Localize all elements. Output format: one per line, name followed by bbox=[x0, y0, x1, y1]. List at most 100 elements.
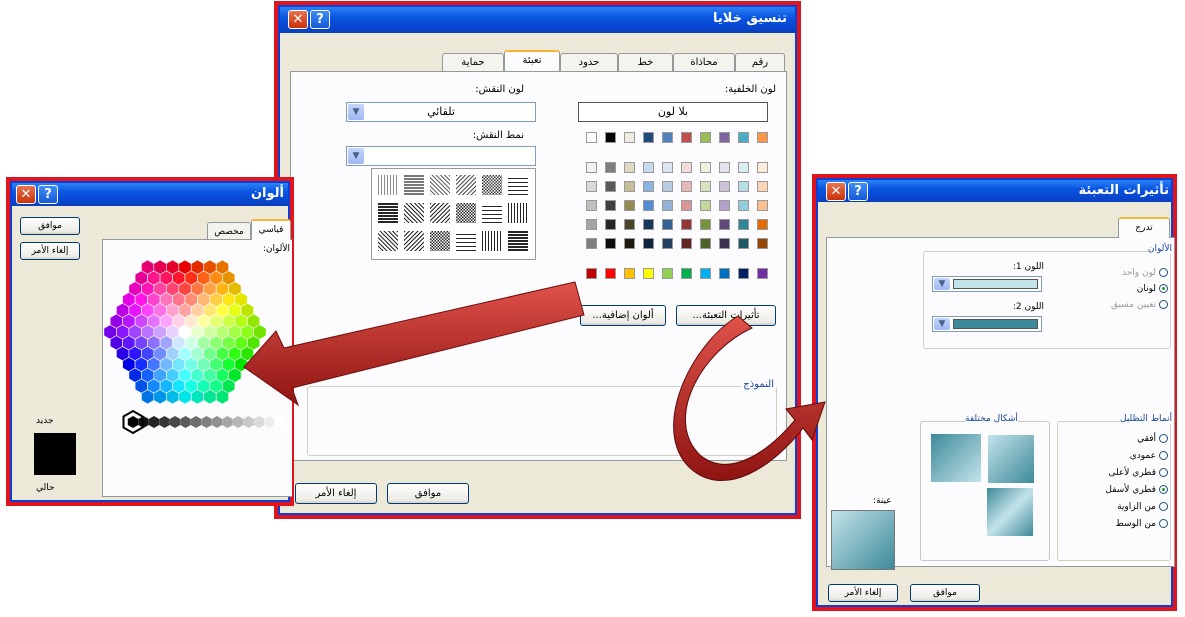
gray-color-cell[interactable] bbox=[159, 416, 170, 428]
color-swatch[interactable] bbox=[700, 200, 711, 211]
pattern-swatch[interactable] bbox=[508, 203, 528, 223]
pattern-swatch[interactable] bbox=[456, 231, 476, 251]
radio-selected-icon[interactable] bbox=[1159, 284, 1168, 293]
color-swatch[interactable] bbox=[624, 200, 635, 211]
color-swatch[interactable] bbox=[757, 162, 768, 173]
tab-border[interactable]: حدود bbox=[560, 53, 618, 71]
color-swatch[interactable] bbox=[586, 268, 597, 279]
gray-color-cell[interactable] bbox=[211, 416, 223, 428]
color-swatch[interactable] bbox=[662, 238, 673, 249]
close-icon[interactable]: ✕ bbox=[826, 182, 846, 201]
color-swatch[interactable] bbox=[643, 219, 654, 230]
color-swatch[interactable] bbox=[605, 162, 616, 173]
pattern-swatch[interactable] bbox=[378, 175, 398, 195]
color-swatch[interactable] bbox=[681, 132, 692, 143]
gray-color-cell[interactable] bbox=[253, 416, 265, 428]
color-swatch[interactable] bbox=[586, 219, 597, 230]
shading-style-option[interactable]: أفقي bbox=[1137, 434, 1168, 444]
color-swatch[interactable] bbox=[586, 181, 597, 192]
pattern-swatch[interactable] bbox=[430, 203, 450, 223]
radio-icon[interactable] bbox=[1159, 519, 1168, 528]
gray-color-cell[interactable] bbox=[127, 416, 139, 428]
tab-gradient[interactable]: تدرج bbox=[1118, 217, 1170, 238]
color-swatch[interactable] bbox=[643, 181, 654, 192]
gray-color-cell[interactable] bbox=[232, 416, 244, 428]
radio-icon[interactable] bbox=[1159, 502, 1168, 511]
color-swatch[interactable] bbox=[643, 132, 654, 143]
variant-3[interactable] bbox=[987, 488, 1033, 536]
chevron-down-icon[interactable]: ▼ bbox=[348, 104, 364, 120]
color-swatch[interactable] bbox=[757, 181, 768, 192]
radio-icon[interactable] bbox=[1159, 485, 1168, 494]
color2-select[interactable]: ▼ bbox=[932, 316, 1042, 332]
gray-color-cell[interactable] bbox=[201, 416, 212, 428]
color-swatch[interactable] bbox=[719, 200, 730, 211]
color-swatch[interactable] bbox=[586, 200, 597, 211]
color-swatch[interactable] bbox=[681, 238, 692, 249]
shading-style-option[interactable]: قطري لأسفل bbox=[1105, 485, 1168, 495]
shading-style-option[interactable]: قطري لأعلى bbox=[1108, 468, 1168, 478]
color-swatch[interactable] bbox=[757, 219, 768, 230]
fill-effects-ok-button[interactable]: موافق bbox=[910, 584, 980, 602]
color-swatch[interactable] bbox=[719, 132, 730, 143]
pattern-swatch[interactable] bbox=[482, 203, 502, 223]
color-swatch[interactable] bbox=[719, 268, 730, 279]
close-icon[interactable]: ✕ bbox=[288, 10, 308, 29]
color-swatch[interactable] bbox=[624, 268, 635, 279]
color-swatch[interactable] bbox=[643, 200, 654, 211]
pattern-swatch[interactable] bbox=[456, 175, 476, 195]
color-swatch[interactable] bbox=[719, 162, 730, 173]
color-swatch[interactable] bbox=[681, 162, 692, 173]
color-swatch[interactable] bbox=[700, 238, 711, 249]
tab-number[interactable]: رقم bbox=[735, 53, 785, 71]
color-swatch[interactable] bbox=[738, 268, 749, 279]
variant-1[interactable] bbox=[987, 434, 1035, 484]
gray-color-cell[interactable] bbox=[243, 416, 254, 428]
color-swatch[interactable] bbox=[700, 132, 711, 143]
fill-effects-cancel-button[interactable]: إلغاء الأمر bbox=[828, 584, 898, 602]
pattern-swatch[interactable] bbox=[508, 231, 528, 251]
color-swatch[interactable] bbox=[605, 181, 616, 192]
color-swatch[interactable] bbox=[605, 219, 616, 230]
pattern-swatch[interactable] bbox=[404, 231, 424, 251]
color-swatch[interactable] bbox=[605, 132, 616, 143]
grayscale-palette[interactable] bbox=[103, 408, 293, 438]
radio-icon[interactable] bbox=[1159, 468, 1168, 477]
color-swatch[interactable] bbox=[662, 181, 673, 192]
two-colors-option[interactable]: لونان bbox=[1137, 284, 1168, 294]
color-swatch[interactable] bbox=[662, 268, 673, 279]
color-swatch[interactable] bbox=[738, 219, 749, 230]
gray-color-cell[interactable] bbox=[148, 416, 160, 428]
tab-protection[interactable]: حماية bbox=[442, 53, 504, 71]
color-swatch[interactable] bbox=[738, 132, 749, 143]
variant-2[interactable] bbox=[931, 434, 981, 482]
color-swatch[interactable] bbox=[757, 268, 768, 279]
color-swatch[interactable] bbox=[643, 238, 654, 249]
fill-effects-button[interactable]: تأثيرات التعبئة... bbox=[676, 305, 776, 326]
gray-color-cell[interactable] bbox=[264, 416, 275, 428]
color-swatch[interactable] bbox=[738, 162, 749, 173]
color-swatch[interactable] bbox=[681, 268, 692, 279]
tab-fill[interactable]: تعبئة bbox=[504, 50, 560, 71]
tab-font[interactable]: خط bbox=[618, 53, 673, 71]
color-swatch[interactable] bbox=[757, 132, 768, 143]
radio-icon[interactable] bbox=[1159, 451, 1168, 460]
cancel-button[interactable]: إلغاء الأمر bbox=[295, 483, 377, 504]
chevron-down-icon[interactable]: ▼ bbox=[348, 148, 364, 164]
no-color-button[interactable]: بلا لون bbox=[578, 102, 768, 122]
pattern-swatch[interactable] bbox=[508, 175, 528, 195]
pattern-swatch[interactable] bbox=[456, 203, 476, 223]
color-swatch[interactable] bbox=[700, 219, 711, 230]
pattern-swatch[interactable] bbox=[404, 203, 424, 223]
pattern-swatch[interactable] bbox=[378, 203, 398, 223]
color-swatch[interactable] bbox=[643, 162, 654, 173]
color-swatch[interactable] bbox=[757, 200, 768, 211]
color-swatch[interactable] bbox=[681, 219, 692, 230]
shading-style-option[interactable]: عمودي bbox=[1130, 451, 1168, 461]
pattern-swatch[interactable] bbox=[482, 175, 502, 195]
color1-select[interactable]: ▼ bbox=[932, 276, 1042, 292]
color-swatch[interactable] bbox=[662, 162, 673, 173]
colors-ok-button[interactable]: موافق bbox=[20, 217, 80, 235]
color-swatch[interactable] bbox=[700, 268, 711, 279]
color-swatch[interactable] bbox=[719, 181, 730, 192]
